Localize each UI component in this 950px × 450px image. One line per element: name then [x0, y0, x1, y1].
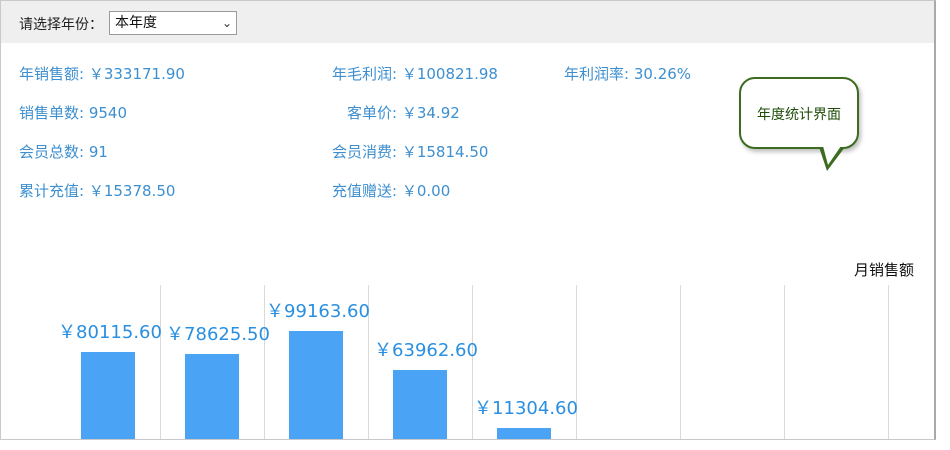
chart-gridline — [680, 285, 681, 439]
year-select[interactable]: 本年度 ⌄ — [109, 11, 237, 35]
callout-tail-fill — [823, 146, 841, 165]
stat-label: 充值赠送: — [332, 182, 398, 200]
stat-member-total: 会员总数: 91 — [19, 141, 108, 162]
stat-recharge-bonus: 充值赠送: ￥0.00 — [332, 180, 450, 201]
chart-bar[interactable] — [81, 352, 135, 439]
stat-total-recharge: 累计充值: ￥15378.50 — [19, 180, 175, 201]
callout-text: 年度统计界面 — [757, 107, 841, 123]
stat-value: 9540 — [88, 104, 128, 122]
chart-data-label: ￥78625.50 — [166, 324, 270, 345]
stat-label: 会员总数: — [19, 143, 85, 161]
stat-member-spend: 会员消费: ￥15814.50 — [332, 141, 488, 162]
stat-label: 年销售额: — [19, 65, 85, 83]
chart-data-label: ￥80115.60 — [58, 322, 162, 343]
chart-bar[interactable] — [393, 370, 447, 439]
stat-value: ￥15378.50 — [88, 182, 176, 200]
stat-gross-profit: 年毛利润: ￥100821.98 — [332, 63, 498, 84]
chart-bar[interactable] — [289, 331, 343, 439]
stat-order-count: 销售单数: 9540 — [19, 102, 127, 123]
stat-sales-amount: 年销售额: ￥333171.90 — [19, 63, 185, 84]
stat-label: 客单价: — [347, 104, 398, 122]
stat-avg-order: 客单价: ￥34.92 — [347, 102, 460, 123]
stat-profit-rate: 年利润率: 30.26% — [564, 63, 691, 84]
stat-label: 年毛利润: — [332, 65, 398, 83]
stat-label: 累计充值: — [19, 182, 85, 200]
stat-value: 91 — [88, 143, 108, 161]
stat-value: ￥0.00 — [401, 182, 451, 200]
stat-label: 销售单数: — [19, 104, 85, 122]
chart-gridline — [888, 285, 889, 439]
chart-gridline — [472, 285, 473, 439]
chart-data-label: ￥63962.60 — [374, 340, 478, 361]
stat-value: ￥100821.98 — [401, 65, 498, 83]
chart-bar[interactable] — [497, 428, 551, 439]
chart-gridline — [784, 285, 785, 439]
chart-bar[interactable] — [185, 354, 239, 439]
stat-value: ￥333171.90 — [88, 65, 185, 83]
callout-bubble: 年度统计界面 — [739, 77, 859, 149]
stat-label: 年利润率: — [564, 65, 630, 83]
chart-gridline — [160, 285, 161, 439]
chart-title: 月销售额 — [853, 261, 914, 279]
window-frame: 请选择年份： 本年度 ⌄ 年销售额: ￥333171.90 年毛利润: ￥100… — [0, 0, 936, 440]
year-label: 请选择年份： — [19, 17, 103, 33]
chevron-down-icon: ⌄ — [221, 16, 232, 30]
year-select-value: 本年度 — [115, 15, 157, 31]
stat-value: 30.26% — [633, 65, 692, 83]
stat-value: ￥15814.50 — [401, 143, 489, 161]
chart-data-label: ￥99163.60 — [266, 301, 370, 322]
toolbar: 请选择年份： 本年度 ⌄ — [1, 1, 934, 43]
stat-value: ￥34.92 — [401, 104, 460, 122]
chart-gridline — [264, 285, 265, 439]
stat-label: 会员消费: — [332, 143, 398, 161]
chart-data-label: ￥11304.60 — [474, 398, 578, 419]
